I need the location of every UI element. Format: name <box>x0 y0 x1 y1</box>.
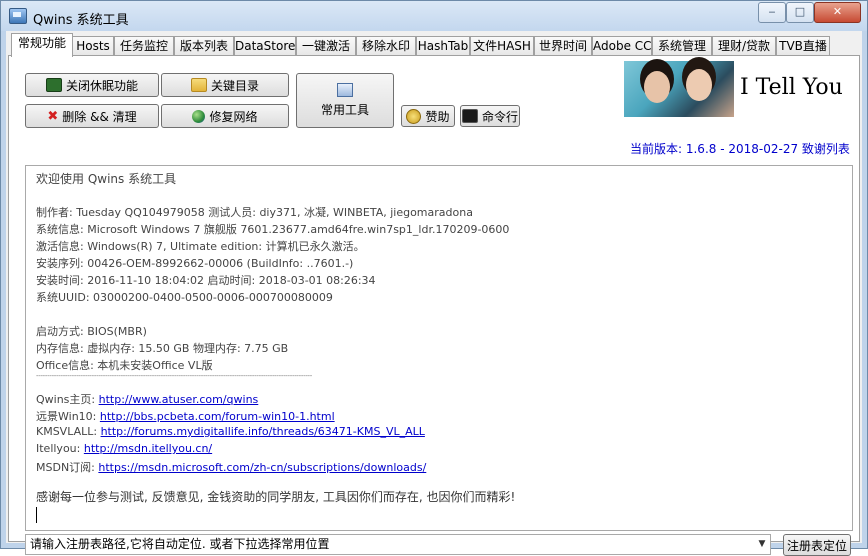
tab-finance-loan[interactable]: 理财/贷款 <box>712 36 776 56</box>
tab-hashtab[interactable]: HashTab <box>416 36 470 56</box>
pcbeta-win10-link[interactable]: http://bbs.pcbeta.com/forum-win10-1.html <box>100 410 335 423</box>
tab-hosts[interactable]: Hosts <box>72 36 114 56</box>
client-area: 常规功能 Hosts 任务监控 版本列表 DataStore 一键激活 移除水印… <box>6 31 862 556</box>
memory-line: 内存信息: 虚拟内存: 15.50 GB 物理内存: 7.75 GB <box>36 342 289 355</box>
version-and-credits-link[interactable]: 当前版本: 1.6.8 - 2018-02-27 致谢列表 <box>630 140 850 157</box>
tab-task-monitor[interactable]: 任务监控 <box>114 36 174 56</box>
system-uuid-line: 系统UUID: 03000200-0400-0500-0006-00070008… <box>36 291 333 304</box>
text-caret <box>36 507 37 523</box>
tab-version-list[interactable]: 版本列表 <box>174 36 234 56</box>
msdn-subscriptions-link[interactable]: https://msdn.microsoft.com/zh-cn/subscri… <box>98 461 426 474</box>
link-label: Qwins主页: <box>36 393 99 406</box>
delete-clean-button[interactable]: ✖ 删除 && 清理 <box>25 104 159 128</box>
key-directory-button[interactable]: 关键目录 <box>161 73 289 97</box>
folder-icon <box>190 78 207 92</box>
key-directory-label: 关键目录 <box>210 78 259 93</box>
tab-one-click-activate[interactable]: 一键激活 <box>296 36 356 56</box>
general-tab-panel: 关闭休眠功能 关键目录 ✖ 删除 && 清理 修复网络 常用工具 赞助 命令行 … <box>8 55 860 556</box>
system-info-line: 系统信息: Microsoft Windows 7 旗舰版 7601.23677… <box>36 223 510 236</box>
qwins-home-link[interactable]: http://www.atuser.com/qwins <box>99 393 259 406</box>
banner-face-left <box>644 71 670 103</box>
link-row: MSDN订阅: https://msdn.microsoft.com/zh-cn… <box>36 459 426 475</box>
app-icon <box>9 8 27 24</box>
link-label: MSDN订阅: <box>36 461 99 474</box>
disable-hibernate-button[interactable]: 关闭休眠功能 <box>25 73 159 97</box>
tab-system-management[interactable]: 系统管理 <box>652 36 712 56</box>
tab-remove-watermark[interactable]: 移除水印 <box>356 36 416 56</box>
registry-path-combobox[interactable]: 请输入注册表路径,它将自动定位. 或者下拉选择常用位置 ▼ <box>25 534 771 555</box>
close-button[interactable]: ✕ <box>814 2 861 23</box>
delete-x-icon: ✖ <box>47 108 59 124</box>
tools-window-icon <box>337 83 353 97</box>
boot-mode-line: 启动方式: BIOS(MBR) <box>36 325 147 338</box>
makers-line: 制作者: Tuesday QQ104979058 测试人员: diy371, 冰… <box>36 206 473 219</box>
tab-general[interactable]: 常规功能 <box>11 33 73 57</box>
welcome-text: 欢迎使用 Qwins 系统工具 <box>36 172 177 186</box>
tab-datastore[interactable]: DataStore <box>234 36 296 56</box>
office-line: Office信息: 本机未安装Office VL版 <box>36 359 213 372</box>
tab-world-time[interactable]: 世界时间 <box>534 36 592 56</box>
registry-path-value: 请输入注册表路径,它将自动定位. 或者下拉选择常用位置 <box>30 537 330 551</box>
delete-clean-label: 删除 && 清理 <box>62 109 137 124</box>
tab-adobe-cc[interactable]: Adobe CC <box>592 36 652 56</box>
link-row: Qwins主页: http://www.atuser.com/qwins <box>36 391 258 407</box>
common-tools-button[interactable]: 常用工具 <box>296 73 394 128</box>
itellyou-banner[interactable]: I Tell You <box>624 61 853 117</box>
command-line-label: 命令行 <box>481 109 518 124</box>
terminal-icon <box>461 109 478 123</box>
dropdown-arrow-icon[interactable]: ▼ <box>754 535 770 554</box>
itellyou-link[interactable]: http://msdn.itellyou.cn/ <box>84 442 212 455</box>
tab-bar: 常规功能 Hosts 任务监控 版本列表 DataStore 一键激活 移除水印… <box>6 33 862 57</box>
command-line-button[interactable]: 命令行 <box>460 105 520 127</box>
install-time-line: 安装时间: 2016-11-10 18:04:02 启动时间: 2018-03-… <box>36 274 376 287</box>
banner-face-right <box>686 69 712 101</box>
separator-line: ----------------------------------------… <box>36 372 313 380</box>
link-row: Itellyou: http://msdn.itellyou.cn/ <box>36 442 212 455</box>
banner-photo <box>624 61 734 117</box>
system-info-textbox[interactable]: 欢迎使用 Qwins 系统工具 制作者: Tuesday QQ104979058… <box>25 165 853 531</box>
repair-network-label: 修复网络 <box>209 109 258 124</box>
install-serial-line: 安装序列: 00426-OEM-8992662-00006 (BuildInfo… <box>36 257 354 270</box>
title-bar[interactable]: Qwins 系统工具 ‒ □ ✕ <box>1 1 867 31</box>
activation-line: 激活信息: Windows(R) 7, Ultimate edition: 计算… <box>36 240 365 253</box>
thanks-text: 感谢每一位参与测试, 反馈意见, 金钱资助的同学朋友, 工具因你们而存在, 也因… <box>36 490 516 504</box>
common-tools-label: 常用工具 <box>320 103 369 117</box>
maximize-button[interactable]: □ <box>786 2 814 23</box>
monitor-icon <box>45 78 62 92</box>
window-title: Qwins 系统工具 <box>33 13 129 28</box>
globe-icon <box>192 109 206 123</box>
link-label: 远景Win10: <box>36 410 100 423</box>
sponsor-button[interactable]: 赞助 <box>401 105 455 127</box>
locate-registry-button[interactable]: 注册表定位 <box>783 534 851 556</box>
tab-file-hash[interactable]: 文件HASH <box>470 36 534 56</box>
link-row: 远景Win10: http://bbs.pcbeta.com/forum-win… <box>36 408 335 424</box>
minimize-button[interactable]: ‒ <box>758 2 786 23</box>
link-row: KMSVLALL: http://forums.mydigitallife.in… <box>36 425 425 438</box>
app-window: Qwins 系统工具 ‒ □ ✕ 常规功能 Hosts 任务监控 版本列表 Da… <box>0 0 868 556</box>
link-label: KMSVLALL: <box>36 425 101 438</box>
repair-network-button[interactable]: 修复网络 <box>161 104 289 128</box>
link-label: Itellyou: <box>36 442 84 455</box>
banner-text: I Tell You <box>740 75 843 100</box>
disable-hibernate-label: 关闭休眠功能 <box>65 78 138 93</box>
kms-vl-all-link[interactable]: http://forums.mydigitallife.info/threads… <box>101 425 425 438</box>
tab-tvb-live[interactable]: TVB直播 <box>776 36 830 56</box>
coin-icon <box>406 108 422 124</box>
sponsor-label: 赞助 <box>425 109 450 124</box>
